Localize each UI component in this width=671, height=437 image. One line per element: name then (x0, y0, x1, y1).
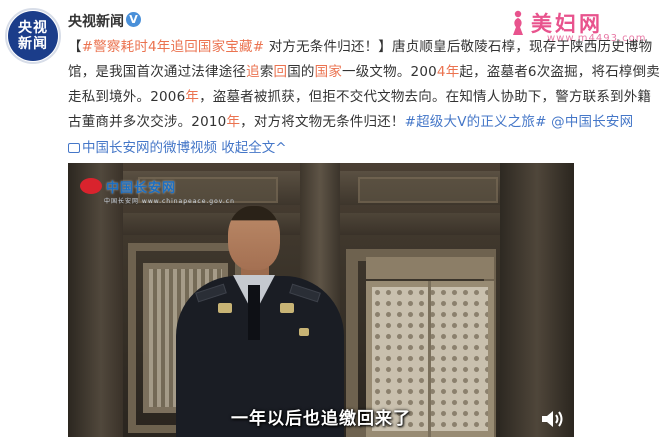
collapse-link[interactable]: 收起全文^ (221, 140, 286, 156)
collapse-caret-icon: ^ (275, 140, 287, 156)
video-pillar-right (500, 163, 574, 437)
mention-link[interactable]: @中国长安网 (547, 114, 634, 130)
collapse-label: 收起全文 (221, 140, 276, 156)
post-title-rest: 对方无条件归还！】 (264, 39, 393, 55)
highlight-nian-2010: 年 (226, 114, 241, 130)
video-carving-right (358, 177, 498, 203)
highlight-zhui: 追 (246, 64, 260, 80)
video-chest-badge (299, 328, 309, 336)
post-body-3: 国的 (287, 64, 315, 80)
bracket-open: 【 (68, 39, 82, 55)
volume-icon[interactable] (540, 409, 564, 429)
video-channel-logo: 中国长安网 (80, 175, 176, 197)
topic-link[interactable]: #超级大V的正义之旅# (405, 114, 547, 130)
avatar-text-line2: 新闻 (18, 36, 48, 52)
post-body-2: 索 (259, 64, 274, 80)
avatar[interactable]: 央视 新闻 (8, 11, 58, 61)
highlight-nian-2006: 年 (185, 89, 200, 105)
video-collar-badge-left (218, 303, 232, 313)
video-source-link[interactable]: 中国长安网的微博视频 (82, 140, 217, 156)
video-door-top (366, 257, 494, 279)
avatar-text-line1: 央视 (18, 20, 48, 36)
author-name[interactable]: 央视新闻 (68, 11, 124, 31)
channel-logo-text: 中国长安网 (106, 180, 177, 196)
video-subtitle: 一年以后也追缴回来了 (231, 409, 411, 429)
woman-silhouette-icon (513, 10, 523, 35)
video-collar-badge-right (280, 303, 294, 313)
channel-logo-icon (80, 178, 102, 194)
highlight-guojia: 国家 (314, 64, 343, 80)
channel-logo-subtext: 中国长安网 www.chinapeace.gov.cn (104, 198, 235, 205)
video-source-icon (68, 143, 80, 153)
video-person-head (228, 206, 280, 270)
meta-line: 中国长安网的微博视频 收起全文^ (68, 138, 287, 158)
post-text: 【#警察耗时4年追回国家宝藏# 对方无条件归还！】唐贞顺皇后敬陵石椁，现存于陕西… (68, 35, 660, 135)
post-body-4: 一级文物。200 (342, 64, 437, 80)
verified-icon: V (126, 12, 141, 27)
post-body-7: ，对方将文物无条件归还！ (240, 114, 405, 130)
hashtag-link[interactable]: #警察耗时4年追回国家宝藏# (82, 39, 265, 55)
video-person-tie (248, 285, 260, 340)
highlight-hui: 回 (273, 64, 288, 80)
video-player[interactable]: 中国长安网 中国长安网 www.chinapeace.gov.cn 一年以后也追… (68, 163, 574, 437)
highlight-4nian: 4年 (436, 64, 460, 80)
